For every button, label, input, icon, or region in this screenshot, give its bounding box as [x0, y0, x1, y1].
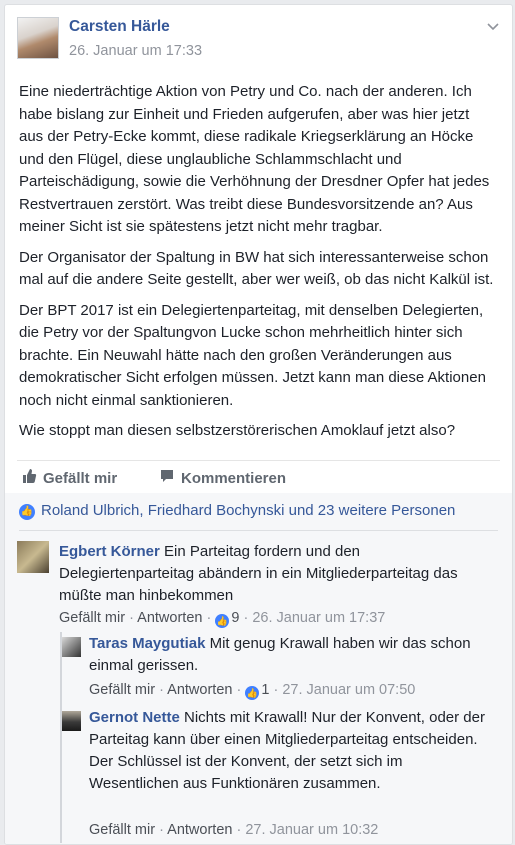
post-paragraph: Wie stoppt man diesen selbstzerstörerisc… — [19, 422, 456, 439]
post-header: Carsten Härle 26. Januar um 17:33 — [17, 17, 500, 67]
comment-label: Kommentieren — [181, 469, 287, 487]
post-card: Carsten Härle 26. Januar um 17:33 Eine n… — [4, 4, 513, 845]
commenter-name[interactable]: Gernot Nette — [89, 709, 180, 726]
comment: Egbert Körner Ein Parteitag fordern und … — [59, 541, 489, 607]
commenter-avatar[interactable] — [17, 541, 49, 573]
post-timestamp[interactable]: 26. Januar um 17:33 — [69, 43, 202, 59]
meta-separator: · — [232, 822, 246, 838]
meta-separator: · — [125, 610, 138, 626]
likes-summary-text[interactable]: Roland Ulbrich, Friedhard Bochynski und … — [41, 502, 455, 519]
comment-like-link[interactable]: Gefällt mir — [89, 682, 155, 698]
like-reaction-icon: 👍 — [19, 504, 35, 520]
comment-timestamp[interactable]: 26. Januar um 17:37 — [252, 610, 385, 626]
comment-reply-link[interactable]: Antworten — [137, 610, 202, 626]
post-paragraph: Der Organisator der Spaltung in BW hat s… — [19, 248, 494, 289]
comment-meta: Gefällt mir · Antworten · 27. Januar um … — [89, 819, 378, 841]
reply-comment: Gernot Nette Nichts mit Krawall! Nur der… — [89, 707, 489, 795]
comment-reply-link[interactable]: Antworten — [167, 682, 232, 698]
like-reaction-icon: 👍 — [245, 686, 260, 700]
author-name[interactable]: Carsten Härle — [69, 18, 170, 36]
like-reaction-icon: 👍 — [215, 614, 230, 628]
commenter-avatar[interactable] — [61, 637, 81, 657]
reply-thread-line — [60, 632, 62, 843]
post-actions: Gefällt mir Kommentieren — [17, 460, 500, 494]
comment-icon — [159, 468, 175, 488]
meta-separator: · — [232, 682, 246, 698]
like-label: Gefällt mir — [43, 469, 118, 487]
comment-meta: Gefällt mir · Antworten · 👍 1 · 27. Janua… — [89, 679, 415, 701]
commenter-avatar[interactable] — [61, 711, 81, 731]
comment-timestamp[interactable]: 27. Januar um 10:32 — [245, 822, 378, 838]
reply-comment: Taras Maygutiak Mit genug Krawall haben … — [89, 633, 489, 677]
post-body: Eine niederträchtige Aktion von Petry un… — [19, 81, 497, 451]
comment-reply-link[interactable]: Antworten — [167, 822, 232, 838]
comment-meta: Gefällt mir · Antworten · 👍 9 · 26. Janua… — [59, 607, 385, 629]
post-paragraph: Der BPT 2017 ist ein Delegiertenparteita… — [19, 301, 486, 409]
thumbs-up-icon — [21, 468, 37, 488]
chevron-down-icon[interactable] — [486, 19, 500, 33]
meta-separator: · — [269, 682, 283, 698]
meta-separator: · — [155, 682, 168, 698]
author-avatar[interactable] — [17, 17, 59, 59]
likes-summary[interactable]: 👍 Roland Ulbrich, Friedhard Bochynski un… — [19, 502, 498, 531]
comment-like-link[interactable]: Gefällt mir — [59, 610, 125, 626]
comment-timestamp[interactable]: 27. Januar um 07:50 — [282, 682, 415, 698]
meta-separator: · — [239, 610, 253, 626]
commenter-name[interactable]: Egbert Körner — [59, 543, 160, 560]
post-paragraph: Eine niederträchtige Aktion von Petry un… — [19, 83, 490, 235]
meta-separator: · — [202, 610, 216, 626]
like-button[interactable]: Gefällt mir — [21, 468, 117, 488]
comment-like-link[interactable]: Gefällt mir — [89, 822, 155, 838]
comment-button[interactable]: Kommentieren — [159, 468, 286, 488]
comments-section: 👍 Roland Ulbrich, Friedhard Bochynski un… — [5, 493, 512, 844]
commenter-name[interactable]: Taras Maygutiak — [89, 635, 205, 652]
meta-separator: · — [155, 822, 168, 838]
